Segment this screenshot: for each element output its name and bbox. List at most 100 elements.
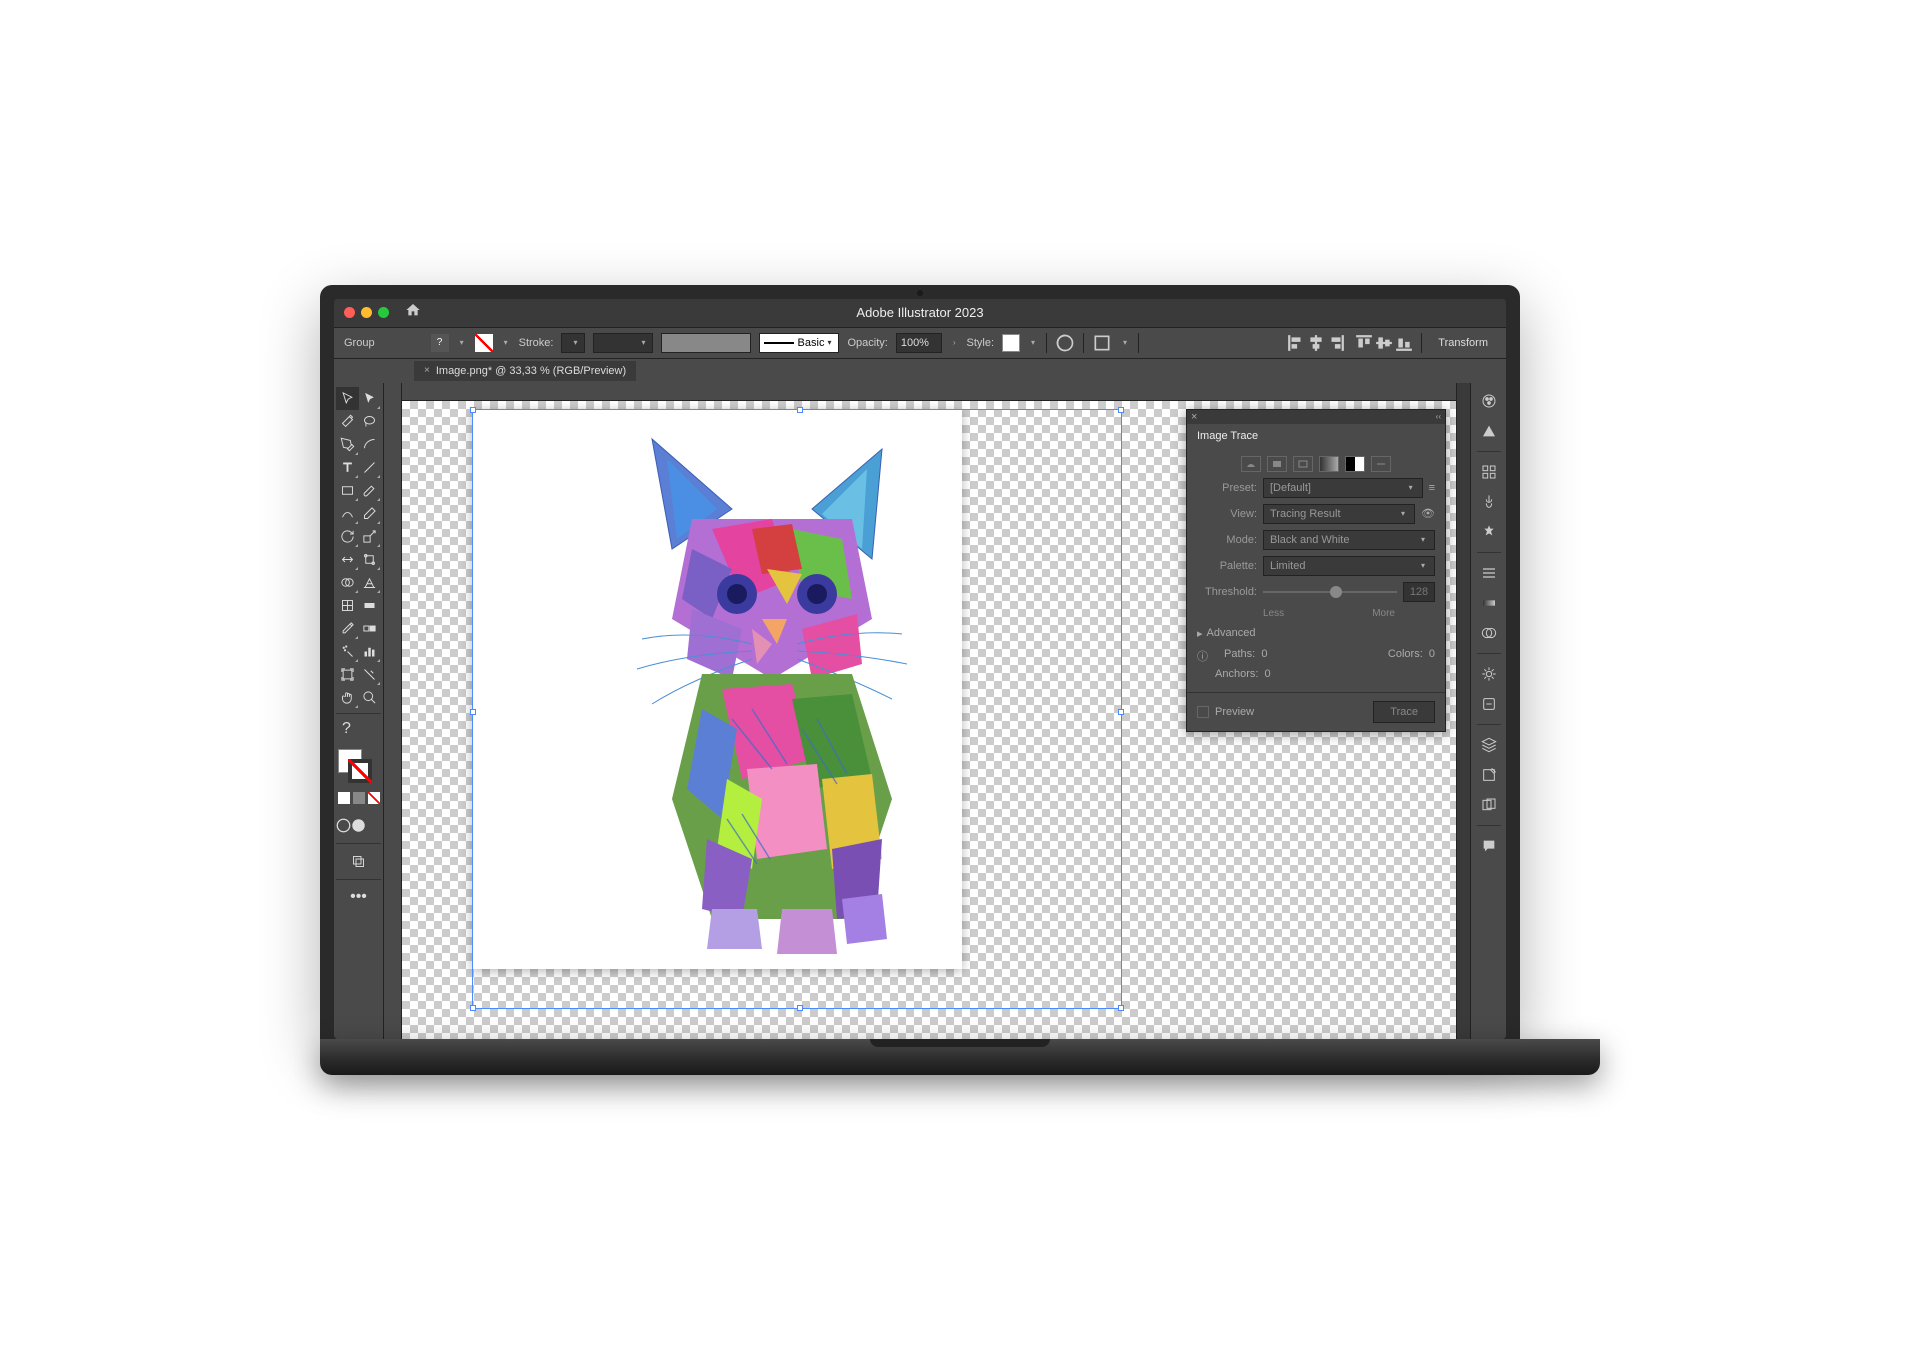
rectangle-tool[interactable] (336, 479, 359, 502)
close-window-button[interactable] (344, 307, 355, 318)
palette-select[interactable]: Limited▾ (1263, 556, 1435, 576)
draw-normal-icon[interactable] (336, 814, 351, 837)
shape-builder-tool[interactable] (336, 571, 359, 594)
rotate-tool[interactable] (336, 525, 359, 548)
horizontal-ruler[interactable] (402, 383, 1456, 401)
preset-outline-icon[interactable] (1371, 456, 1391, 472)
fill-dropdown[interactable]: ▾ (457, 338, 467, 347)
preset-menu-icon[interactable]: ≡ (1429, 482, 1435, 494)
view-eye-icon[interactable]: 👁 (1421, 507, 1435, 520)
stroke-swatch[interactable] (475, 334, 493, 352)
artboards-panel-icon[interactable] (1475, 791, 1503, 819)
advanced-toggle[interactable]: ▸ Advanced (1197, 627, 1435, 640)
comments-panel-icon[interactable] (1475, 832, 1503, 860)
close-tab-icon[interactable]: × (424, 365, 430, 376)
panel-close-icon[interactable]: × (1191, 411, 1197, 423)
mesh-tool[interactable] (336, 594, 359, 617)
align-left-icon[interactable] (1287, 334, 1305, 352)
home-button[interactable] (405, 302, 421, 323)
color-mode-gradient[interactable] (351, 787, 366, 810)
style-dropdown[interactable]: ▾ (1028, 338, 1038, 347)
shaper-tool[interactable] (336, 502, 359, 525)
hand-tool[interactable] (336, 686, 359, 709)
asset-export-panel-icon[interactable] (1475, 761, 1503, 789)
graphic-styles-panel-icon[interactable] (1475, 690, 1503, 718)
brushes-panel-icon[interactable] (1475, 488, 1503, 516)
preset-bw-icon[interactable] (1345, 456, 1365, 472)
pen-tool[interactable] (336, 433, 359, 456)
free-transform-tool[interactable] (359, 548, 382, 571)
gradient-panel-icon[interactable] (1475, 589, 1503, 617)
eyedropper-tool[interactable] (336, 617, 359, 640)
stroke-dropdown[interactable]: ▾ (501, 338, 511, 347)
mode-select[interactable]: Black and White▾ (1263, 530, 1435, 550)
stroke-weight-input[interactable]: ▾ (561, 333, 585, 353)
preset-high-icon[interactable] (1267, 456, 1287, 472)
preset-select[interactable]: [Default]▾ (1263, 478, 1423, 498)
artboard-tool[interactable] (336, 663, 359, 686)
screen-mode-icon[interactable] (336, 850, 381, 873)
width-tool[interactable] (336, 548, 359, 571)
appearance-panel-icon[interactable] (1475, 660, 1503, 688)
fill-stroke-controls[interactable] (336, 749, 382, 785)
align-top-icon[interactable] (1355, 334, 1373, 352)
blend-tool[interactable] (359, 617, 382, 640)
symbol-sprayer-tool[interactable] (336, 640, 359, 663)
column-graph-tool[interactable] (359, 640, 382, 663)
document-tab[interactable]: × Image.png* @ 33,33 % (RGB/Preview) (414, 361, 636, 381)
color-panel-icon[interactable] (1475, 387, 1503, 415)
opacity-input[interactable]: 100% (896, 333, 942, 353)
lasso-tool[interactable] (359, 410, 382, 433)
swatches-panel-icon[interactable] (1475, 458, 1503, 486)
vertical-ruler[interactable] (384, 383, 402, 1039)
selection-tool[interactable] (336, 387, 359, 410)
layers-panel-icon[interactable] (1475, 731, 1503, 759)
stroke-profile-dropdown[interactable]: ▾ (593, 333, 653, 353)
paintbrush-tool[interactable] (359, 479, 382, 502)
draw-behind-icon[interactable] (351, 814, 366, 837)
slice-tool[interactable] (359, 663, 382, 686)
opacity-more[interactable]: › (950, 338, 959, 347)
trace-button[interactable]: Trace (1373, 701, 1435, 723)
align-to-icon[interactable] (1092, 333, 1112, 353)
align-center-v-icon[interactable] (1375, 334, 1393, 352)
magic-wand-tool[interactable] (336, 410, 359, 433)
direct-selection-tool[interactable] (359, 387, 382, 410)
eraser-tool[interactable] (359, 502, 382, 525)
stroke-panel-icon[interactable] (1475, 559, 1503, 587)
maximize-window-button[interactable] (378, 307, 389, 318)
align-bottom-icon[interactable] (1395, 334, 1413, 352)
transform-button[interactable]: Transform (1430, 337, 1496, 349)
gradient-tool[interactable] (359, 594, 382, 617)
view-select[interactable]: Tracing Result▾ (1263, 504, 1415, 524)
preview-checkbox[interactable]: Preview (1197, 706, 1254, 718)
panel-collapse-icon[interactable]: ‹‹ (1436, 412, 1441, 421)
color-mode-none[interactable] (366, 787, 381, 810)
preset-auto-icon[interactable] (1241, 456, 1261, 472)
color-guide-panel-icon[interactable] (1475, 417, 1503, 445)
perspective-grid-tool[interactable] (359, 571, 382, 594)
threshold-value[interactable]: 128 (1403, 582, 1435, 602)
minimize-window-button[interactable] (361, 307, 372, 318)
align-center-h-icon[interactable] (1307, 334, 1325, 352)
type-tool[interactable] (336, 456, 359, 479)
preset-gray-icon[interactable] (1319, 456, 1339, 472)
symbols-panel-icon[interactable] (1475, 518, 1503, 546)
unknown-tool[interactable]: ? (336, 718, 381, 741)
recolor-artwork-icon[interactable] (1055, 333, 1075, 353)
style-swatch[interactable] (1002, 334, 1020, 352)
brush-preview[interactable] (661, 333, 751, 353)
color-mode-solid[interactable] (336, 787, 351, 810)
transparency-panel-icon[interactable] (1475, 619, 1503, 647)
zoom-tool[interactable] (359, 686, 382, 709)
vertical-scrollbar[interactable] (1456, 383, 1470, 1039)
preset-low-icon[interactable] (1293, 456, 1313, 472)
fill-swatch[interactable]: ? (431, 334, 449, 352)
align-right-icon[interactable] (1327, 334, 1345, 352)
info-icon[interactable]: ⓘ (1197, 648, 1208, 664)
line-tool[interactable] (359, 456, 382, 479)
align-to-dropdown[interactable]: ▾ (1120, 338, 1130, 347)
edit-toolbar-icon[interactable]: ••• (336, 886, 381, 909)
brush-definition-dropdown[interactable]: Basic ▾ (759, 333, 839, 353)
curvature-tool[interactable] (359, 433, 382, 456)
